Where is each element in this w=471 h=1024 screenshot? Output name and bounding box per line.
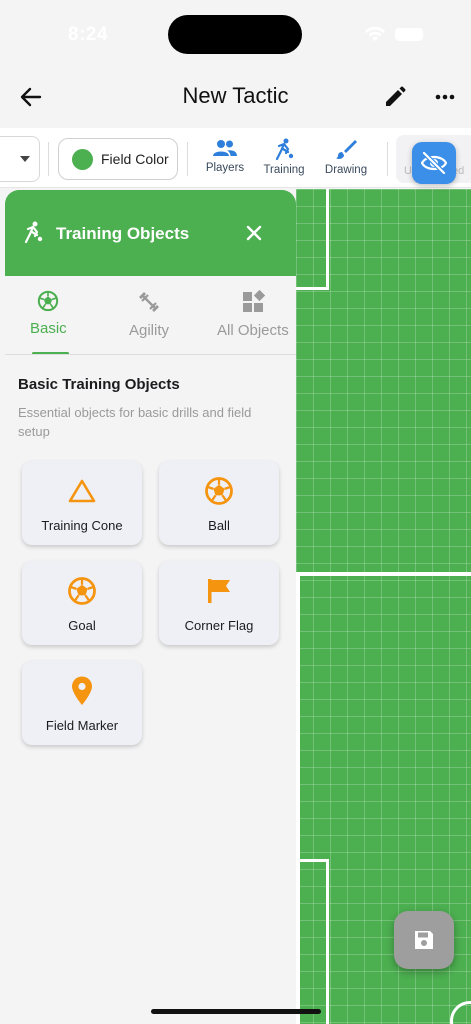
goal-icon xyxy=(68,577,96,605)
soccer-ball-icon xyxy=(38,290,59,312)
players-icon xyxy=(213,140,237,156)
tactic-field[interactable] xyxy=(296,189,471,1024)
halfway-line xyxy=(296,572,471,576)
object-category-tabs: Basic Agility All Objects xyxy=(5,276,296,355)
tab-all-objects[interactable]: All Objects xyxy=(217,290,289,339)
object-field-marker[interactable]: Field Marker xyxy=(22,661,142,745)
field-color-swatch xyxy=(72,148,93,170)
field-color-button[interactable]: Field Color xyxy=(58,138,178,180)
wifi-icon xyxy=(365,26,385,41)
toolbar-divider xyxy=(387,142,388,176)
eye-off-icon xyxy=(421,152,447,174)
training-icon xyxy=(275,138,294,160)
object-training-cone[interactable]: Training Cone xyxy=(22,461,142,545)
field-marker-icon xyxy=(72,676,92,705)
close-icon xyxy=(246,225,262,241)
toolbar-drawing-button[interactable]: Drawing xyxy=(317,138,375,182)
object-ball[interactable]: Ball xyxy=(159,461,279,545)
status-bar: 8:24 xyxy=(0,0,471,70)
tab-basic[interactable]: Basic xyxy=(30,290,67,337)
toolbar-divider xyxy=(48,142,49,176)
save-button[interactable] xyxy=(394,911,454,969)
more-dots-icon xyxy=(435,94,455,100)
section-description: Essential objects for basic drills and f… xyxy=(18,405,252,439)
penalty-box-top xyxy=(296,189,329,290)
ball-icon xyxy=(205,477,233,505)
editor-toolbar: Field Color Players Training Drawing U e… xyxy=(0,128,471,188)
chevron-down-icon xyxy=(20,156,30,162)
penalty-box-bottom xyxy=(296,859,329,1024)
object-goal[interactable]: Goal xyxy=(22,561,142,645)
app-header: New Tactic xyxy=(0,70,471,124)
object-label: Ball xyxy=(208,518,230,533)
toolbar-training-label: Training xyxy=(263,164,305,176)
agility-icon xyxy=(139,292,159,312)
edit-title-button[interactable] xyxy=(380,82,410,112)
toggle-visibility-button[interactable] xyxy=(412,142,456,184)
section-title: Basic Training Objects xyxy=(18,376,180,393)
close-panel-button[interactable] xyxy=(241,220,267,246)
toolbar-players-label: Players xyxy=(205,162,245,174)
panel-title: Training Objects xyxy=(56,224,190,243)
object-label: Training Cone xyxy=(41,518,123,533)
undo-label[interactable]: U xyxy=(404,165,412,177)
object-label: Goal xyxy=(68,618,96,633)
center-circle-arc xyxy=(450,1001,471,1024)
corner-flag-icon xyxy=(208,579,230,603)
training-icon xyxy=(24,221,43,244)
tab-all-objects-label: All Objects xyxy=(217,322,289,339)
home-indicator xyxy=(151,1009,321,1014)
object-corner-flag[interactable]: Corner Flag xyxy=(159,561,279,645)
field-color-label: Field Color xyxy=(101,151,169,167)
training-objects-panel: Training Objects Basic Agility All Objec… xyxy=(5,190,296,1024)
formation-dropdown[interactable] xyxy=(0,136,40,182)
toolbar-drawing-label: Drawing xyxy=(324,164,368,176)
toolbar-divider xyxy=(187,142,188,176)
cone-icon xyxy=(68,479,96,503)
panel-header: Training Objects xyxy=(5,190,296,276)
toolbar-players-button[interactable]: Players xyxy=(196,138,254,182)
object-label: Field Marker xyxy=(45,718,119,733)
tab-basic-label: Basic xyxy=(30,320,67,337)
brush-icon xyxy=(336,140,357,159)
dynamic-island xyxy=(168,15,302,54)
save-icon xyxy=(415,931,433,949)
status-time: 8:24 xyxy=(68,24,109,45)
more-options-button[interactable] xyxy=(430,82,460,112)
object-label: Corner Flag xyxy=(184,618,254,633)
active-tab-indicator xyxy=(32,352,69,354)
battery-icon xyxy=(395,28,423,41)
tab-agility[interactable]: Agility xyxy=(129,290,169,339)
toolbar-training-button[interactable]: Training xyxy=(255,138,313,182)
all-objects-icon xyxy=(242,290,265,312)
pencil-icon xyxy=(386,86,406,106)
tab-agility-label: Agility xyxy=(129,322,170,339)
